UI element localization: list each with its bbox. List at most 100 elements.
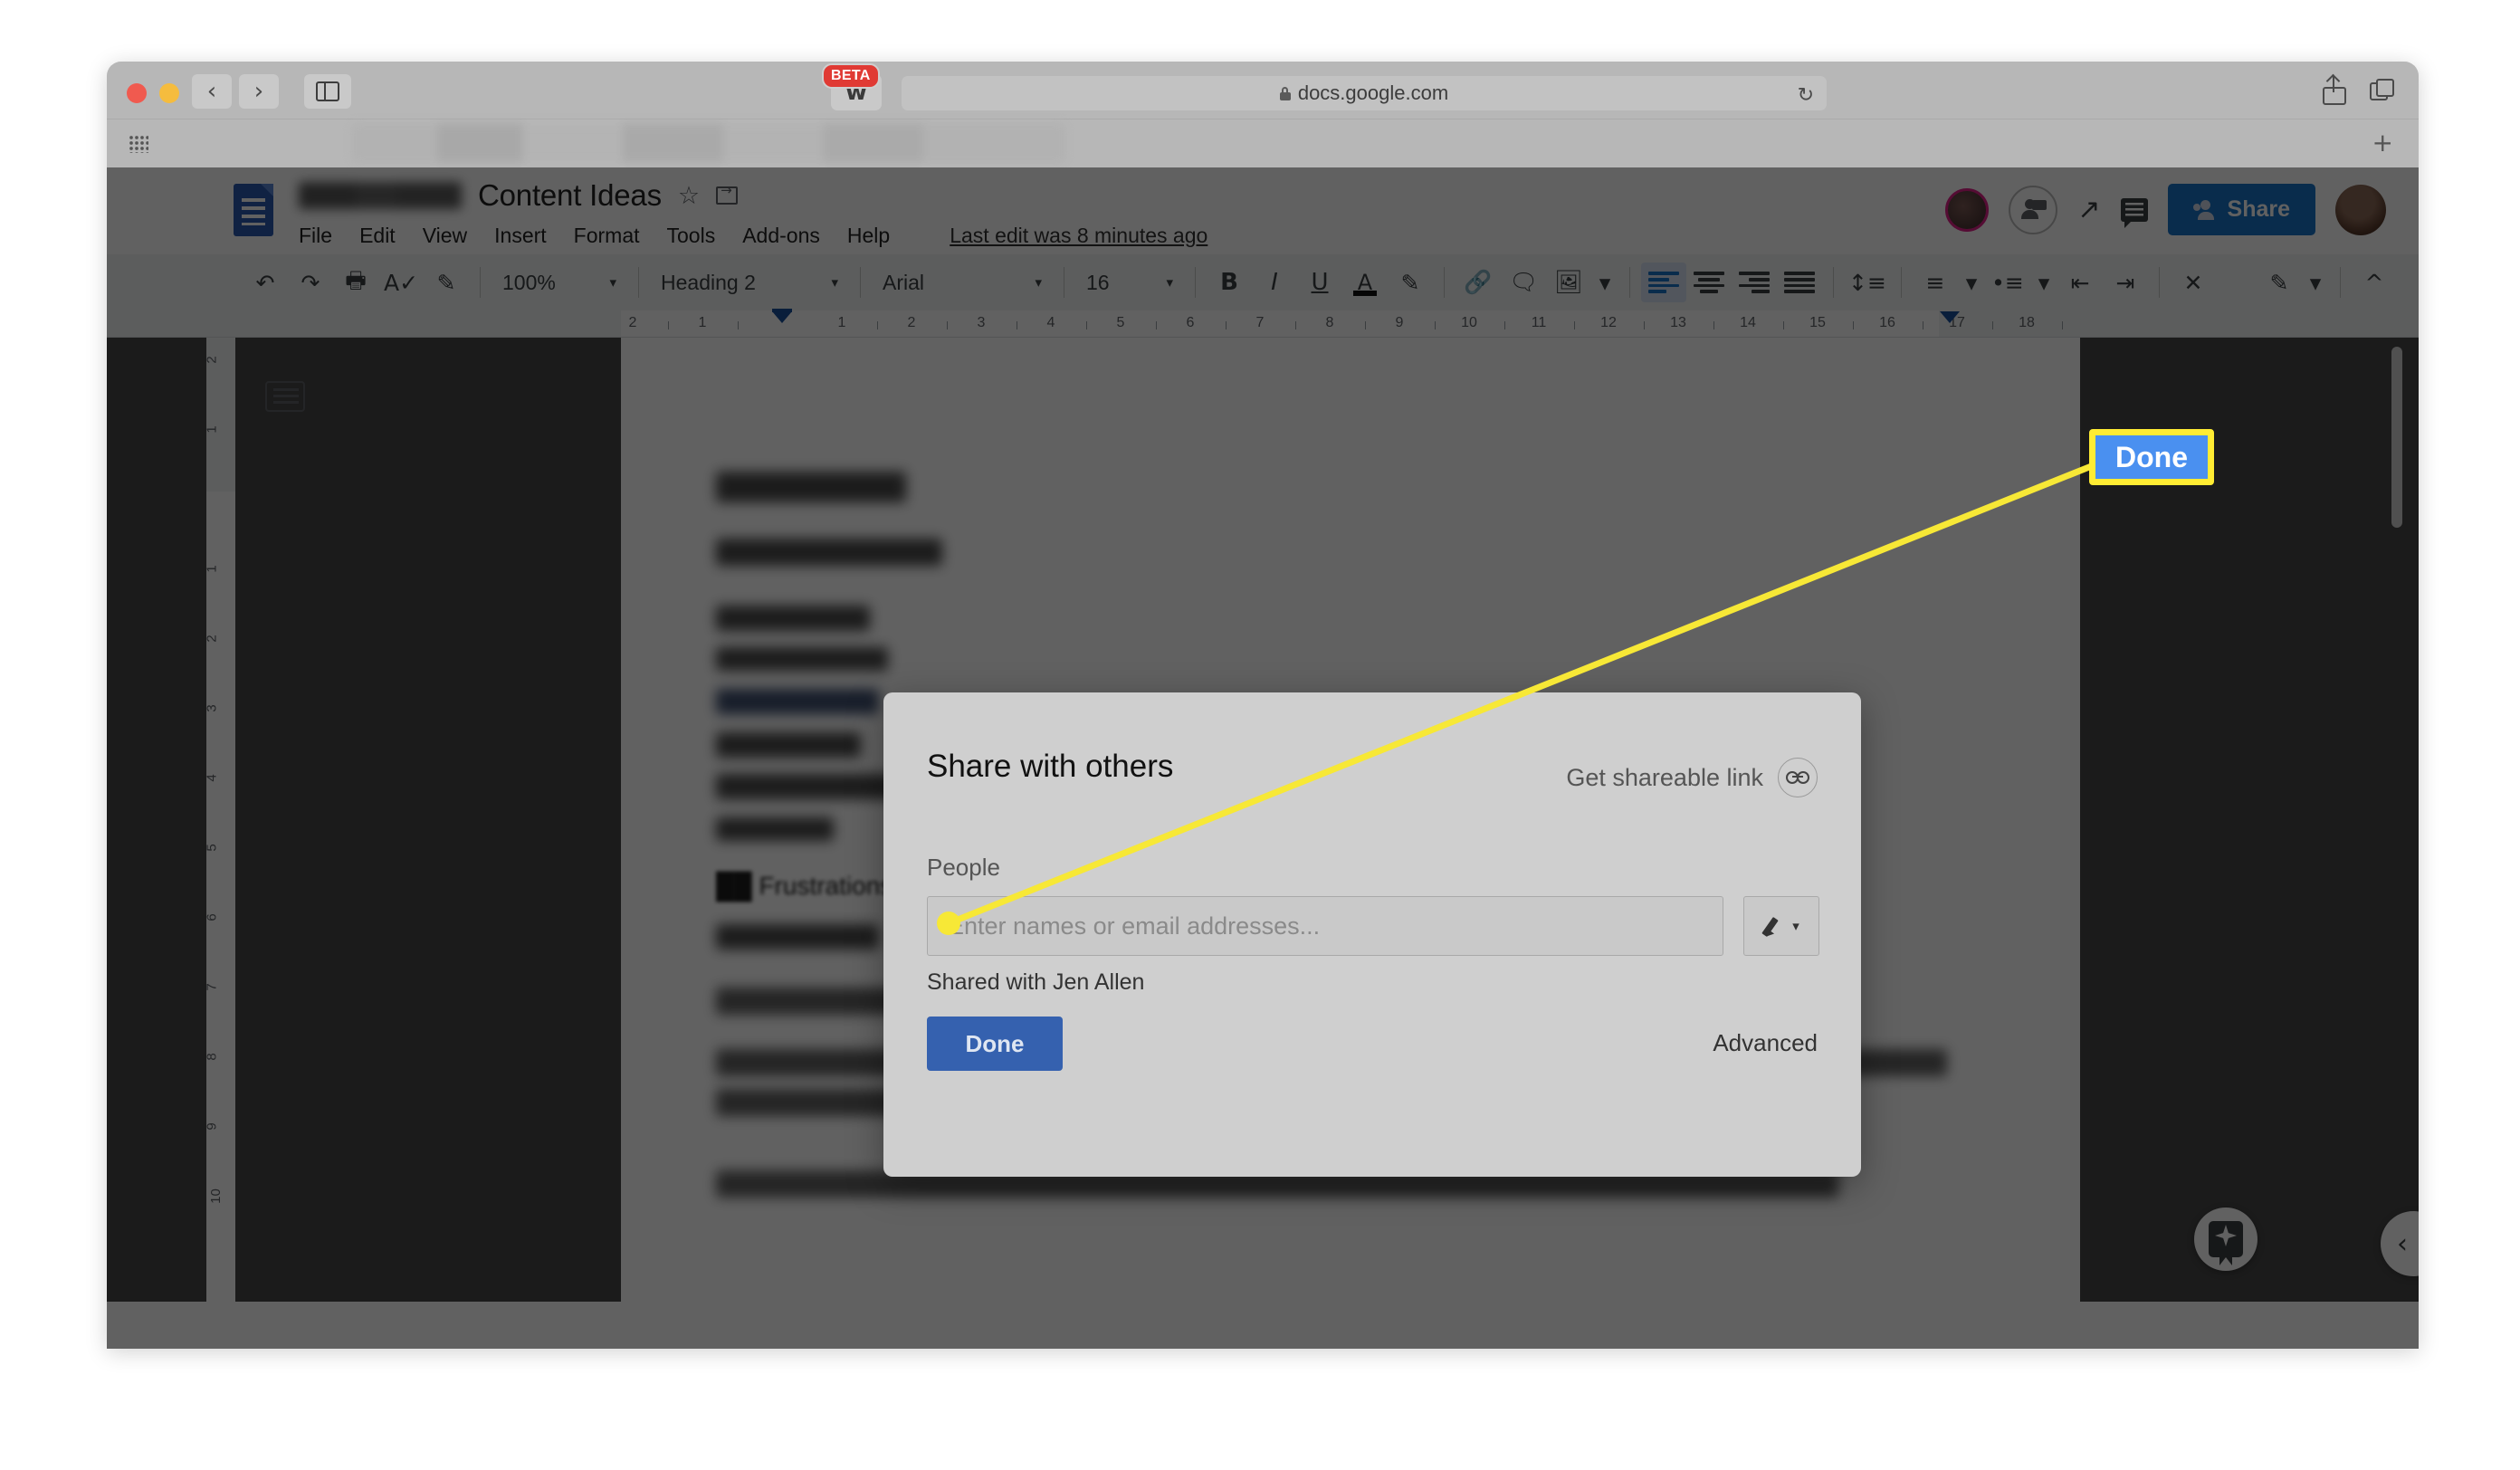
menu-item-format[interactable]: Format [574, 224, 640, 248]
page-title[interactable]: Content Ideas [478, 178, 662, 213]
document-scrollbar[interactable] [2391, 347, 2402, 1293]
address-bar[interactable]: docs.google.com ↻ [902, 76, 1827, 110]
share-dialog: Share with others Get shareable link Peo… [883, 692, 1861, 1177]
chevron-down-icon[interactable]: ▾ [1958, 262, 1985, 302]
clear-formatting-icon[interactable]: ✕ [2171, 262, 2216, 302]
ruler-tick-label: 15 [1809, 315, 1826, 330]
star-icon[interactable]: ☆ [678, 182, 700, 210]
menu-item-insert[interactable]: Insert [494, 224, 547, 248]
close-window-button[interactable] [127, 83, 147, 103]
decrease-indent-icon[interactable]: ⇤ [2057, 262, 2103, 302]
apps-grid-icon[interactable] [129, 135, 148, 153]
ruler-tick-mark [1155, 321, 1157, 329]
chat-with-collaborators-button[interactable] [2009, 185, 2058, 234]
vertical-ruler-tick-label: 9 [204, 1122, 220, 1131]
docs-header: Content Ideas ☆ File Edit View Insert Fo… [107, 167, 2419, 254]
align-justify-button[interactable] [1777, 262, 1822, 302]
ruler-tick-mark [1294, 321, 1296, 329]
underline-button[interactable]: U [1297, 262, 1342, 302]
explore-button[interactable] [2194, 1208, 2258, 1271]
align-left-button[interactable] [1641, 262, 1686, 302]
document-outline-icon[interactable] [265, 381, 305, 412]
get-shareable-link-button[interactable]: Get shareable link [1566, 758, 1818, 797]
reload-icon[interactable]: ↻ [1798, 84, 1814, 107]
minimize-window-button[interactable] [159, 83, 179, 103]
vertical-ruler-tick-label: 2 [204, 635, 220, 643]
collaborator-avatar[interactable] [1945, 187, 1990, 232]
docs-logo-icon[interactable] [234, 184, 273, 236]
browser-window: ‹ › w BETA docs.google.com ↻ + Content I… [107, 62, 2419, 1349]
font-family-select[interactable]: Arial ▾ [872, 262, 1053, 302]
numbered-list-icon[interactable]: ≡ [1913, 262, 1958, 302]
chevron-down-icon: ▾ [1035, 274, 1042, 291]
increase-indent-icon[interactable]: ⇥ [2103, 262, 2148, 302]
extension-button[interactable]: w BETA [822, 63, 882, 110]
advanced-link[interactable]: Advanced [1713, 1029, 1818, 1057]
side-panel-expand-button[interactable]: ‹ [2381, 1211, 2419, 1276]
editing-mode-pencil-icon[interactable]: ✎ [2257, 262, 2302, 302]
menu-item-tools[interactable]: Tools [667, 224, 716, 248]
print-icon[interactable]: 🖶 [333, 262, 378, 302]
text-color-button[interactable]: A [1342, 262, 1388, 302]
hide-menus-button[interactable]: ^ [2352, 262, 2397, 302]
paragraph-style-select[interactable]: Heading 2 ▾ [650, 262, 849, 302]
italic-button[interactable]: I [1252, 262, 1297, 302]
move-to-folder-icon[interactable] [716, 182, 739, 205]
share-icon[interactable] [2323, 76, 2346, 105]
zoom-select[interactable]: 100% ▾ [492, 262, 627, 302]
toolbar-divider [480, 267, 481, 298]
ruler-tick-mark [1643, 321, 1645, 329]
spellcheck-icon[interactable]: A✓ [378, 262, 424, 302]
ruler-tick-mark [1991, 321, 1993, 329]
tab-overview-icon[interactable] [2370, 79, 2395, 102]
undo-icon[interactable]: ↶ [243, 262, 288, 302]
align-right-button[interactable] [1732, 262, 1777, 302]
menu-item-help[interactable]: Help [847, 224, 890, 248]
activity-dashboard-icon[interactable]: ↗ [2077, 194, 2100, 225]
new-tab-button[interactable]: + [2372, 130, 2393, 156]
share-button[interactable]: Share [2167, 184, 2315, 235]
horizontal-ruler[interactable]: 2 1 1 2 3 4 5 6 7 8 9 10 11 12 13 14 15 16 17 18 [107, 309, 2419, 338]
vertical-ruler-tick-label: 8 [204, 1053, 220, 1061]
highlight-color-icon[interactable]: ✎ [1388, 262, 1433, 302]
paint-format-icon[interactable]: ✎ [424, 262, 469, 302]
comments-icon[interactable] [2120, 197, 2148, 228]
toolbar-divider [1833, 267, 1834, 298]
permission-select-button[interactable]: ▾ [1743, 896, 1819, 956]
forward-button[interactable]: › [239, 74, 279, 109]
add-comment-icon[interactable]: 🗨 [1501, 262, 1546, 302]
insert-link-icon[interactable]: 🔗 [1456, 262, 1501, 302]
menu-item-file[interactable]: File [299, 224, 332, 248]
scrollbar-thumb[interactable] [2391, 347, 2402, 528]
menu-item-addons[interactable]: Add-ons [742, 224, 820, 248]
bulleted-list-icon[interactable]: •≡ [1985, 262, 2030, 302]
vertical-ruler-tick-label: 2 [204, 356, 220, 364]
done-button[interactable]: Done [927, 1017, 1063, 1071]
menu-item-edit[interactable]: Edit [359, 224, 396, 248]
right-indent-marker[interactable] [1940, 311, 1960, 323]
blurred-tab-strip[interactable] [351, 123, 1066, 163]
toolbar-divider [638, 267, 639, 298]
line-spacing-icon[interactable]: ↕≡ [1845, 262, 1890, 302]
sidebar-toggle-button[interactable] [304, 74, 351, 109]
blurred-text [716, 689, 879, 714]
align-center-button[interactable] [1686, 262, 1732, 302]
left-indent-marker[interactable] [772, 311, 792, 323]
bold-button[interactable]: B [1207, 262, 1252, 302]
back-button[interactable]: ‹ [192, 74, 232, 109]
people-input[interactable]: Enter names or email addresses... [927, 896, 1723, 956]
menu-item-view[interactable]: View [423, 224, 467, 248]
redo-icon[interactable]: ↷ [288, 262, 333, 302]
account-avatar[interactable] [2335, 184, 2386, 235]
chevron-down-icon[interactable]: ▾ [2030, 262, 2057, 302]
chevron-down-icon[interactable]: ▾ [1591, 262, 1618, 302]
vertical-ruler-tick-label: 1 [204, 565, 220, 573]
vertical-ruler-tick-label: 1 [204, 425, 220, 434]
ruler-tick-label: 11 [1531, 315, 1547, 330]
font-size-select[interactable]: 16 ▾ [1075, 262, 1184, 302]
chevron-down-icon[interactable]: ▾ [2302, 262, 2329, 302]
bookmarks-bar: + [107, 119, 2419, 167]
insert-image-icon[interactable]: 🖼 [1546, 262, 1591, 302]
ruler-tick-mark [946, 321, 948, 329]
last-edit-link[interactable]: Last edit was 8 minutes ago [950, 224, 1208, 248]
